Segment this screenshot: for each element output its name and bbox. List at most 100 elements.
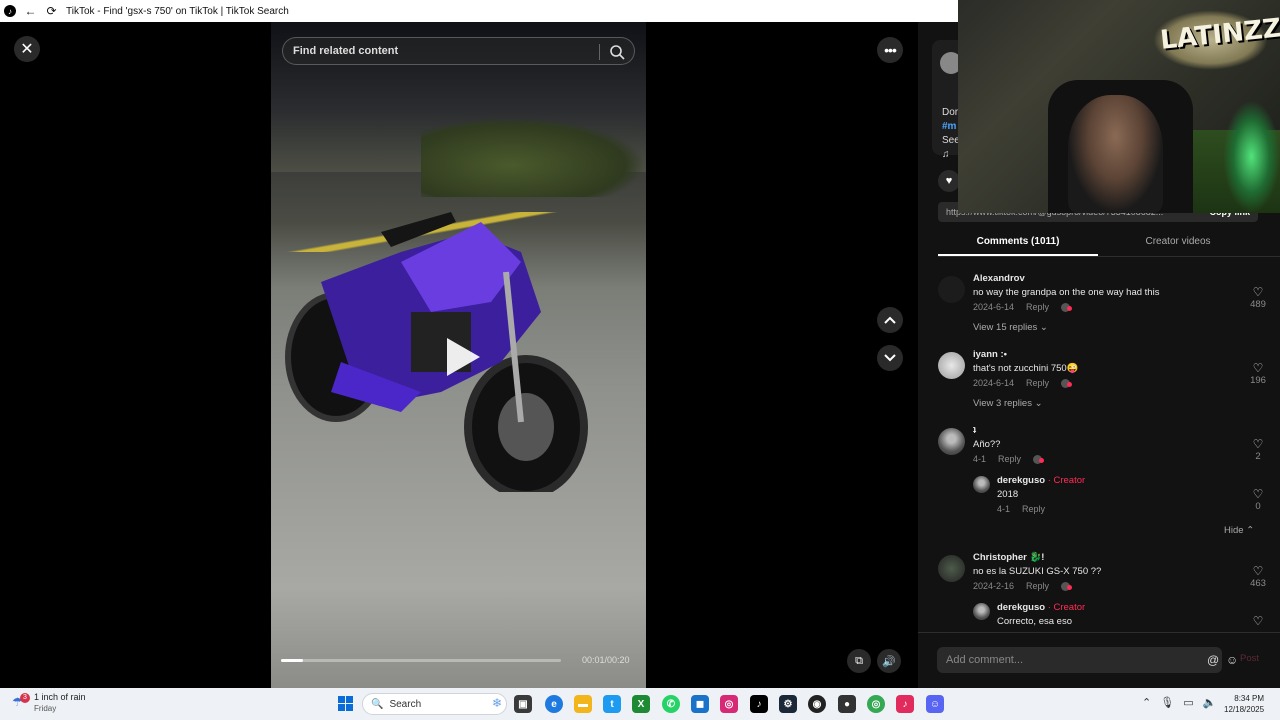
task-view-icon[interactable]: ▣ [514, 695, 532, 713]
reply-button[interactable]: Reply [1026, 579, 1049, 593]
commenter-name[interactable]: ʇ [973, 424, 1045, 438]
discord-icon[interactable]: ☺ [926, 695, 944, 713]
volume-button[interactable]: 🔊 [877, 649, 901, 673]
edge-icon[interactable]: e [545, 695, 563, 713]
reload-icon[interactable]: ⟳ [45, 4, 58, 18]
replier-avatar[interactable] [973, 476, 990, 493]
app-icon-circle[interactable]: ● [838, 695, 856, 713]
previous-video-button[interactable] [877, 307, 903, 333]
obs-icon[interactable]: ◉ [808, 695, 826, 713]
close-button[interactable]: ✕ [14, 36, 40, 62]
post-button[interactable]: Post [1240, 653, 1259, 664]
heart-outline-icon: ♡ [1252, 564, 1264, 578]
weather-subtitle: Friday [34, 704, 57, 713]
like-video-button[interactable]: ♥ [938, 170, 960, 192]
instagram-icon[interactable]: ◎ [720, 695, 738, 713]
speaker-icon[interactable]: 🔈 [1203, 696, 1217, 709]
creator-badge: · Creator [1047, 475, 1086, 486]
reply-like-count: 0 [1255, 501, 1261, 512]
commenter-name[interactable]: Christopher 🐉! [973, 551, 1101, 565]
reply-button[interactable]: Reply [998, 452, 1021, 466]
reply-item: derekguso · Creator 2018 4-1 Reply ♡ 0 [973, 474, 1268, 519]
windows-taskbar: ☂ 3 1 inch of rain Friday 🔍 Search ❄ ▣ e … [0, 688, 1280, 720]
liked-by-creator-icon [1061, 302, 1073, 312]
taskbar-search[interactable]: 🔍 Search ❄ [362, 693, 507, 715]
view-replies-button[interactable]: View 3 replies ⌄ [973, 398, 1043, 409]
view-replies-button[interactable]: View 15 replies ⌄ [973, 322, 1048, 333]
network-icon[interactable]: ▭ [1183, 696, 1193, 709]
video-player[interactable]: Find related content 00:01/00:20 [271, 22, 646, 688]
add-comment-input[interactable]: Add comment... @ ☺ [937, 647, 1238, 673]
comments-list: Alexandrov no way the grandpa on the one… [918, 267, 1280, 632]
window-title: TikTok - Find 'gsx-s 750' on TikTok | Ti… [66, 5, 289, 17]
comment-date: 2024-6-14 [973, 378, 1015, 388]
close-icon: ✕ [20, 41, 34, 58]
replier-name[interactable]: derekguso · Creator [997, 474, 1085, 488]
xbox-icon[interactable]: X [632, 695, 650, 713]
tab-comments[interactable]: Comments (1011) [938, 232, 1098, 256]
mention-icon[interactable]: @ [1207, 647, 1219, 673]
reply-button[interactable]: Reply [1022, 502, 1045, 516]
reply-item: derekguso · Creator Correcto, esa eso ♡ [973, 601, 1268, 632]
twitter-icon[interactable]: t [603, 695, 621, 713]
replier-avatar[interactable] [973, 603, 990, 620]
video-progress-bar[interactable] [281, 659, 561, 662]
chevron-up-icon[interactable]: ⌃ [1142, 696, 1151, 709]
comment-like[interactable]: ♡ 463 [1248, 564, 1268, 590]
file-explorer-icon[interactable]: ▬ [574, 695, 592, 713]
clock-date: 12/18/2025 [1224, 705, 1265, 714]
whatsapp-icon[interactable]: ✆ [662, 695, 680, 713]
commenter-name[interactable]: Alexandrov [973, 272, 1159, 286]
picture-in-picture-button[interactable]: ⧉ [847, 649, 871, 673]
next-video-button[interactable] [877, 345, 903, 371]
search-icon[interactable] [608, 43, 626, 61]
heart-outline-icon: ♡ [1252, 437, 1264, 451]
heart-outline-icon: ♡ [1252, 614, 1264, 628]
chrome-icon[interactable]: ◎ [867, 695, 885, 713]
emoji-icon[interactable]: ☺ [1226, 647, 1238, 673]
tiktok-app-icon[interactable]: ♪ [750, 695, 768, 713]
weather-widget[interactable]: ☂ 3 1 inch of rain Friday [12, 692, 86, 714]
clock-time: 8:34 PM [1234, 694, 1265, 703]
comment-like[interactable]: ♡ 2 [1248, 437, 1268, 463]
replier-name-text[interactable]: derekguso [997, 475, 1045, 486]
comment-like[interactable]: ♡ 196 [1248, 362, 1268, 387]
play-icon[interactable] [443, 335, 483, 379]
commenter-avatar[interactable] [938, 555, 965, 582]
windows-start-icon[interactable] [338, 696, 353, 711]
comment-text: no es la SUZUKI GS-X 750 ?? [973, 566, 1102, 577]
commenter-name[interactable]: iyann :• [973, 348, 1079, 362]
reply-like[interactable]: ♡ 0 [1248, 488, 1268, 513]
reply-button[interactable]: Reply [1026, 376, 1049, 390]
heart-outline-icon: ♡ [1252, 285, 1264, 299]
rain-icon: ☂ 3 [12, 693, 30, 711]
commenter-avatar[interactable] [938, 276, 965, 303]
comment-like-count: 463 [1250, 578, 1266, 589]
heart-icon: ♥ [945, 175, 953, 187]
commenter-avatar[interactable] [938, 428, 965, 455]
comment-text: Año?? [973, 439, 1001, 450]
taskbar-clock[interactable]: 8:34 PM 12/18/2025 [1224, 693, 1264, 715]
steam-icon[interactable]: ⚙ [779, 695, 797, 713]
comment-like[interactable]: ♡ 489 [1248, 285, 1268, 311]
reply-like[interactable]: ♡ [1248, 615, 1268, 628]
video-trees [421, 117, 646, 197]
comment-date: 2024-2-16 [973, 581, 1015, 591]
related-search-input[interactable]: Find related content [293, 45, 398, 57]
comment-item: ʇ Año?? 4-1 Reply ♡ 2 [938, 424, 1268, 469]
reply-date: 4-1 [997, 504, 1011, 514]
reply-button[interactable]: Reply [1026, 300, 1049, 314]
store-icon[interactable]: ◼ [691, 695, 709, 713]
replier-name[interactable]: derekguso · Creator [997, 601, 1085, 615]
hide-replies-button[interactable]: Hide ⌃ [1224, 525, 1254, 536]
related-search-box[interactable]: Find related content [282, 37, 635, 65]
replier-name-text[interactable]: derekguso [997, 602, 1045, 613]
tab-creator-videos[interactable]: Creator videos [1098, 232, 1258, 256]
comment-item: Christopher 🐉! no es la SUZUKI GS-X 750 … [938, 551, 1268, 601]
commenter-avatar[interactable] [938, 352, 965, 379]
microphone-icon[interactable]: 🎙 [1160, 696, 1174, 709]
panel-tabs: Comments (1011) Creator videos [938, 232, 1280, 257]
more-options-button[interactable]: ••• [877, 37, 903, 63]
tiktok-studio-icon[interactable]: ♪ [896, 695, 914, 713]
back-arrow-icon[interactable]: ← [24, 4, 37, 18]
